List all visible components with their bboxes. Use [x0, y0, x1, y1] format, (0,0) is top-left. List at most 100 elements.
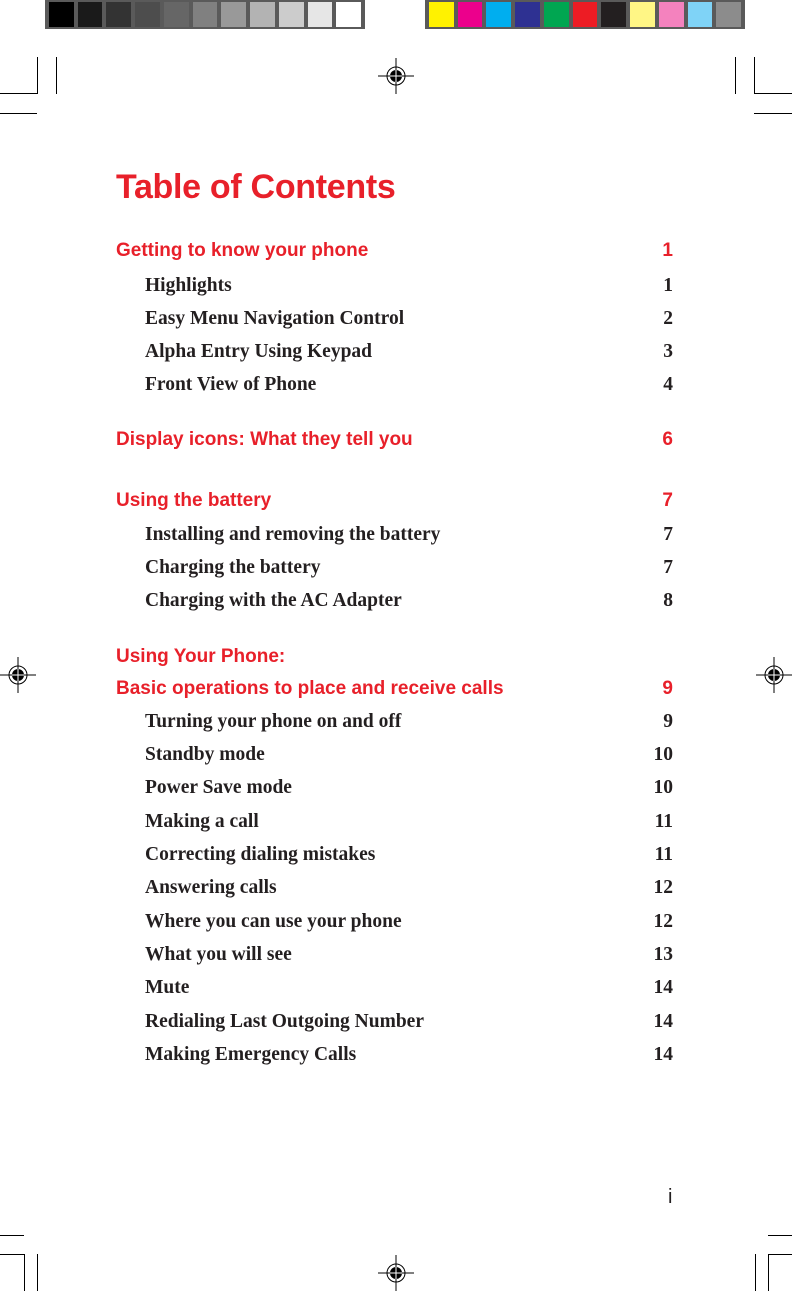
toc-entry-label: Where you can use your phone	[145, 911, 402, 932]
crop-mark	[0, 93, 38, 94]
crop-mark	[56, 57, 57, 94]
crop-mark	[0, 1254, 24, 1255]
toc-entry-page: 11	[654, 811, 673, 832]
toc-section-entry[interactable]: Basic operations to place and receive ca…	[116, 678, 673, 700]
crop-mark	[24, 1254, 25, 1291]
toc-entry-page: 14	[653, 1011, 674, 1032]
crop-mark	[37, 1254, 38, 1291]
toc-subsection-entry[interactable]: Front View of Phone 4	[116, 374, 673, 396]
toc-entry-page: 3	[663, 341, 673, 362]
gray-swatch	[77, 2, 103, 27]
toc-entry-label: Turning your phone on and off	[145, 711, 402, 732]
crop-mark	[735, 57, 736, 94]
toc-subsection-entry[interactable]: Answering calls 12	[116, 877, 673, 899]
registration-mark-icon	[0, 657, 36, 693]
toc-entry-page: 8	[663, 590, 673, 611]
toc-entry-label: Making Emergency Calls	[145, 1044, 357, 1065]
toc-section-entry[interactable]: Display icons: What they tell you 6	[116, 429, 673, 451]
toc-entry-page: 11	[654, 844, 673, 865]
toc-entry-label: Charging with the AC Adapter	[145, 590, 402, 611]
toc-entry-page: 12	[653, 877, 674, 898]
toc-subsection-entry[interactable]: Charging the battery 7	[116, 557, 673, 579]
toc-entry-label: What you will see	[145, 944, 292, 965]
toc-entry-page: 9	[662, 678, 673, 699]
toc-entry-page: 4	[663, 374, 673, 395]
gray-swatch	[135, 2, 160, 27]
crop-mark	[768, 1254, 792, 1255]
toc-entry-page: 7	[663, 557, 673, 578]
toc-subsection-entry[interactable]: Redialing Last Outgoing Number 14	[116, 1011, 673, 1033]
toc-entry-label: Installing and removing the battery	[145, 524, 441, 545]
gray-swatch	[106, 2, 132, 27]
toc-subsection-entry[interactable]: What you will see 13	[116, 944, 673, 966]
toc-entry-label: Power Save mode	[145, 777, 292, 798]
process-color-bar	[425, 0, 745, 29]
toc-entry-label: Getting to know your phone	[116, 240, 369, 261]
toc-subsection-entry[interactable]: Charging with the AC Adapter 8	[116, 590, 673, 612]
toc-subsection-entry[interactable]: Mute 14	[116, 977, 673, 999]
crop-mark	[754, 113, 792, 114]
toc-subsection-entry[interactable]: Correcting dialing mistakes 11	[116, 844, 673, 866]
toc-entry-label: Basic operations to place and receive ca…	[116, 678, 504, 699]
color-swatch	[543, 2, 569, 27]
toc-subsection-entry[interactable]: Installing and removing the battery 7	[116, 524, 673, 546]
crop-mark	[768, 1235, 792, 1236]
color-swatch	[687, 2, 713, 27]
toc-entry-page: 14	[653, 1044, 674, 1065]
crop-mark	[0, 113, 37, 114]
toc-entry-label: Mute	[145, 977, 190, 998]
toc-entry-label: Front View of Phone	[145, 374, 317, 395]
gray-swatch	[336, 2, 362, 27]
toc-entry-label: Answering calls	[145, 877, 277, 898]
color-swatch	[630, 2, 655, 27]
gray-swatch	[250, 2, 275, 27]
toc-subsection-entry[interactable]: Easy Menu Navigation Control 2	[116, 308, 673, 330]
crop-mark	[754, 57, 755, 94]
page-number: i	[668, 1186, 673, 1208]
toc-subsection-entry[interactable]: Making Emergency Calls 14	[116, 1044, 673, 1066]
gray-swatch	[192, 2, 218, 27]
toc-subsection-entry[interactable]: Making a call 11	[116, 811, 673, 833]
gray-swatch	[49, 2, 74, 27]
toc-entry-label: Charging the battery	[145, 557, 321, 578]
color-swatch	[716, 2, 742, 27]
toc-entry-page: 6	[662, 429, 673, 450]
color-swatch	[658, 2, 684, 27]
toc-entry-page: 1	[663, 275, 673, 296]
toc-entry-label: Highlights	[145, 275, 232, 296]
toc-entry-label: Easy Menu Navigation Control	[145, 308, 405, 329]
gray-swatch	[163, 2, 189, 27]
toc-entry-label: Standby mode	[145, 744, 265, 765]
toc-entry-label: Making a call	[145, 811, 259, 832]
toc-section-entry[interactable]: Getting to know your phone 1	[116, 240, 673, 262]
page-title: Table of Contents	[116, 168, 396, 206]
toc-subsection-entry[interactable]: Turning your phone on and off 9	[116, 711, 673, 733]
toc-subsection-entry[interactable]: Power Save mode 10	[116, 777, 673, 799]
color-swatch	[572, 2, 598, 27]
toc-entry-page: 12	[653, 911, 674, 932]
toc-entry-label: Alpha Entry Using Keypad	[145, 341, 373, 362]
toc-entry-page: 7	[662, 490, 673, 511]
toc-entry-page: 2	[663, 308, 673, 329]
toc-entry-page: 10	[653, 744, 674, 765]
crop-mark	[37, 57, 38, 94]
toc-entry-page: 1	[662, 240, 673, 261]
toc-section-entry[interactable]: Using Your Phone:	[116, 646, 673, 668]
crop-mark	[768, 1254, 769, 1291]
toc-entry-page: 10	[653, 777, 674, 798]
toc-subsection-entry[interactable]: Where you can use your phone 12	[116, 911, 673, 933]
toc-entry-label: Correcting dialing mistakes	[145, 844, 376, 865]
toc-entry-page: 14	[653, 977, 674, 998]
crop-mark	[0, 1235, 24, 1236]
color-swatch	[601, 2, 627, 27]
toc-entry-label: Using Your Phone:	[116, 646, 286, 667]
color-swatch	[429, 2, 454, 27]
toc-subsection-entry[interactable]: Highlights 1	[116, 275, 673, 297]
registration-mark-icon	[756, 657, 792, 693]
color-swatch	[486, 2, 512, 27]
toc-subsection-entry[interactable]: Standby mode 10	[116, 744, 673, 766]
registration-mark-icon	[378, 1255, 414, 1291]
toc-subsection-entry[interactable]: Alpha Entry Using Keypad 3	[116, 341, 673, 363]
toc-entry-page: 9	[663, 711, 673, 732]
toc-section-entry[interactable]: Using the battery 7	[116, 490, 673, 512]
